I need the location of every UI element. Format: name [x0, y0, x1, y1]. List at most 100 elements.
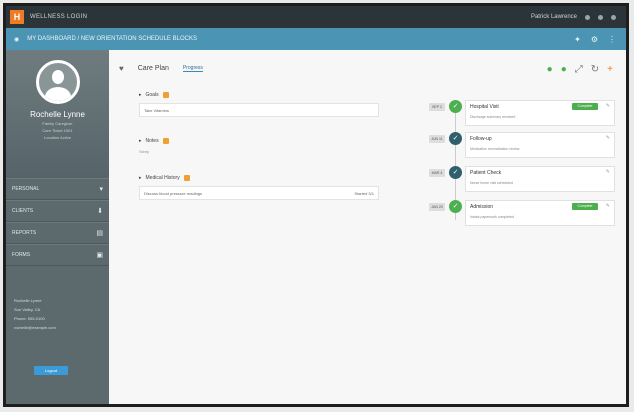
tab-care-plan[interactable]: Care Plan — [138, 65, 169, 72]
check-circle-icon: ✓ — [449, 100, 462, 113]
section-label: Goals — [145, 92, 159, 98]
check-circle-icon: ✓ — [449, 166, 462, 179]
heart-icon: ♥ — [119, 64, 124, 73]
entry-subtitle: Nurse home visit scheduled — [470, 181, 513, 185]
sidebar-item-forms[interactable]: FORMS ▣ — [6, 244, 109, 266]
flag-icon — [183, 175, 190, 181]
contact-line: Phone: 555-0100 — [14, 316, 45, 321]
section-title: ▸ Notes — [139, 138, 379, 144]
edit-icon[interactable]: ✎ — [606, 135, 610, 141]
user-menu[interactable]: Patrick Lawrence — [531, 14, 577, 20]
entry-title: Patient Check — [470, 170, 502, 176]
bell-icon[interactable] — [585, 14, 590, 20]
section-title: ▸ Goals — [139, 92, 379, 98]
settings-icon[interactable] — [611, 14, 616, 20]
section-goals: ▸ Goals Take Vitamins — [139, 92, 379, 117]
sidebar-item-personal[interactable]: PERSONAL ▾ — [6, 178, 109, 200]
tab-progress[interactable]: Progress — [182, 65, 203, 72]
entry-card: Follow-up Medication reconciliation revi… — [465, 132, 615, 158]
edit-icon[interactable]: ✎ — [606, 203, 610, 209]
entry-subtitle: Medication reconciliation review — [470, 147, 520, 151]
entry-date: JAN 20 — [429, 203, 445, 211]
contact-line: Sun Valley, CA — [14, 307, 41, 312]
contact-line: Rochelle Lynne — [14, 298, 42, 303]
flag-icon — [162, 92, 169, 98]
form-icon: ▣ — [96, 252, 103, 259]
add-icon[interactable]: + — [607, 64, 613, 75]
tab-bar: ♥ Care Plan Progress — [119, 64, 203, 73]
sidebar-item-clients[interactable]: CLIENTS ⬇ — [6, 200, 109, 222]
sidebar-item-label: CLIENTS — [12, 208, 34, 214]
sidebar-item-label: REPORTS — [12, 230, 37, 236]
sidebar-item-label: PERSONAL — [12, 186, 40, 192]
app-logo-icon[interactable]: H — [10, 10, 24, 24]
sidebar-item-reports[interactable]: REPORTS ▤ — [6, 222, 109, 244]
section-label: Notes — [145, 138, 159, 144]
section-sub: Sleep — [139, 149, 150, 154]
chevron-down-icon: ▾ — [99, 186, 103, 193]
contact-info: Rochelle Lynne Sun Valley, CA Phone: 555… — [14, 296, 104, 332]
screen-frame: H WELLNESS LOGIN Patrick Lawrence ◉ MY D… — [3, 3, 629, 407]
top-right-controls: Patrick Lawrence — [531, 14, 626, 20]
edit-icon[interactable]: ✎ — [606, 103, 610, 109]
flag-icon — [162, 138, 169, 144]
entry-date: JUN 11 — [429, 135, 445, 143]
entry-card: Hospital Visit Discharge summary receive… — [465, 100, 615, 126]
globe-icon[interactable]: ◉ — [14, 36, 19, 43]
entry-date: SEP 2 — [429, 103, 445, 111]
timeline-entry[interactable]: JAN 20 ✓ Admission Intake paperwork comp… — [429, 200, 619, 226]
chevron-icon[interactable]: ▸ — [139, 175, 142, 181]
timeline-entry[interactable]: MAR 4 ✓ Patient Check Nurse home visit s… — [429, 166, 619, 192]
list-item[interactable]: Take Vitamins — [139, 103, 379, 117]
profile-line: Location Active — [44, 135, 71, 140]
entry-card: Admission Intake paperwork completed Com… — [465, 200, 615, 226]
app-name: WELLNESS LOGIN — [30, 14, 88, 20]
profile-card: Rochelle Lynne Family Caregiver Care Tic… — [6, 50, 109, 178]
breadcrumb[interactable]: MY DASHBOARD / NEW ORIENTATION SCHEDULE … — [27, 36, 197, 42]
toolbar-icons: ● ● ⤢ ↻ + — [547, 64, 613, 75]
check-icon[interactable]: ● — [561, 64, 567, 75]
list-item[interactable]: Discuss blood pressure readings Started … — [139, 186, 379, 200]
contact-line[interactable]: rochelle@example.com — [14, 323, 104, 332]
entry-title: Follow-up — [470, 136, 492, 142]
subbar-icons: ✦ ⚙ ⋮ — [574, 35, 626, 44]
timeline-entry[interactable]: JUN 11 ✓ Follow-up Medication reconcilia… — [429, 132, 619, 158]
check-circle-icon: ✓ — [449, 200, 462, 213]
section-notes: ▸ Notes Sleep — [139, 138, 379, 154]
timeline-entry[interactable]: SEP 2 ✓ Hospital Visit Discharge summary… — [429, 100, 619, 126]
star-icon[interactable]: ✦ — [574, 35, 581, 44]
more-icon[interactable]: ⋮ — [608, 35, 616, 44]
user-icon[interactable] — [598, 14, 603, 20]
list-icon: ▤ — [96, 230, 103, 237]
profile-line: Family Caregiver — [42, 121, 73, 126]
chevron-icon[interactable]: ▸ — [139, 92, 142, 98]
entry-card: Patient Check Nurse home visit scheduled… — [465, 166, 615, 192]
section-title: ▸ Medical History — [139, 175, 379, 181]
main-content: ♥ Care Plan Progress ● ● ⤢ ↻ + ▸ Goals T… — [109, 50, 626, 404]
sidebar-item-label: FORMS — [12, 252, 31, 258]
breadcrumb-bar: ◉ MY DASHBOARD / NEW ORIENTATION SCHEDUL… — [6, 28, 626, 50]
entry-subtitle: Intake paperwork completed — [470, 215, 514, 219]
logout-button[interactable]: Logout — [34, 366, 68, 375]
item-right: Started 3/1 — [354, 190, 374, 196]
entry-subtitle: Discharge summary received — [470, 115, 516, 119]
chevron-icon[interactable]: ▸ — [139, 138, 142, 144]
check-circle-icon: ✓ — [449, 132, 462, 145]
avatar[interactable] — [35, 60, 80, 104]
leaf-icon[interactable]: ● — [547, 64, 553, 75]
edit-icon[interactable]: ✎ — [606, 169, 610, 175]
profile-name: Rochelle Lynne — [30, 110, 85, 119]
section-label: Medical History — [145, 175, 180, 181]
complete-button[interactable]: Complete — [572, 203, 598, 210]
expand-icon[interactable]: ⤢ — [575, 64, 583, 75]
complete-button[interactable]: Complete — [572, 103, 598, 110]
gear-icon[interactable]: ⚙ — [591, 35, 598, 44]
entry-date: MAR 4 — [429, 169, 445, 177]
download-icon: ⬇ — [97, 208, 103, 215]
item-text: Discuss blood pressure readings — [144, 190, 203, 196]
refresh-icon[interactable]: ↻ — [591, 64, 599, 75]
top-app-bar: H WELLNESS LOGIN Patrick Lawrence — [6, 6, 626, 28]
sidebar: Rochelle Lynne Family Caregiver Care Tic… — [6, 50, 109, 404]
profile-line: Care Ticket 1001 — [42, 128, 73, 133]
section-history: ▸ Medical History Discuss blood pressure… — [139, 175, 379, 200]
